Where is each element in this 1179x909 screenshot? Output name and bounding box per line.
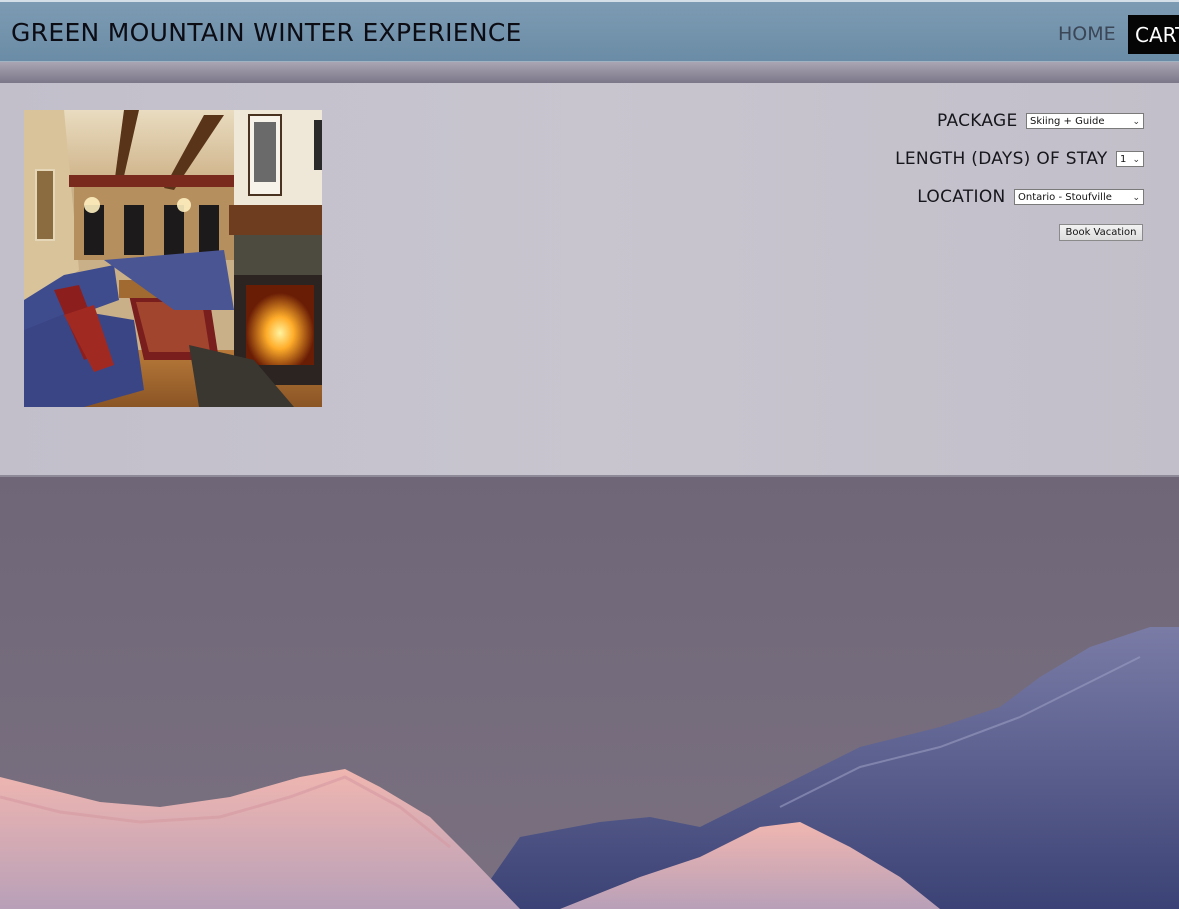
length-label: LENGTH (DAYS) OF STAY (895, 149, 1108, 169)
booking-panel: PACKAGE Skiing + Guide ⌄ LENGTH (DAYS) O… (0, 83, 1179, 477)
length-select-value: 1 (1120, 154, 1127, 165)
nav-home-link[interactable]: HOME (1058, 23, 1116, 45)
site-title: GREEN MOUNTAIN WINTER EXPERIENCE (11, 18, 522, 47)
book-vacation-button[interactable]: Book Vacation (1059, 224, 1143, 241)
location-select-value: Ontario - Stoufville (1018, 192, 1112, 203)
length-row: LENGTH (DAYS) OF STAY 1 ⌄ (895, 149, 1144, 169)
location-label: LOCATION (917, 187, 1006, 207)
nav-cart-link[interactable]: CART (1128, 15, 1179, 54)
package-select-value: Skiing + Guide (1030, 116, 1105, 127)
package-select[interactable]: Skiing + Guide ⌄ (1026, 113, 1144, 129)
chevron-down-icon: ⌄ (1132, 193, 1140, 203)
length-select[interactable]: 1 ⌄ (1116, 151, 1144, 167)
location-row: LOCATION Ontario - Stoufville ⌄ (917, 187, 1144, 207)
site-header: GREEN MOUNTAIN WINTER EXPERIENCE HOME CA… (0, 0, 1179, 62)
mountain-background-image (0, 477, 1179, 909)
header-sub-bar (0, 62, 1179, 84)
chevron-down-icon: ⌄ (1132, 155, 1140, 165)
chevron-down-icon: ⌄ (1132, 117, 1140, 127)
location-select[interactable]: Ontario - Stoufville ⌄ (1014, 189, 1144, 205)
package-row: PACKAGE Skiing + Guide ⌄ (937, 111, 1144, 131)
lodge-interior-photo (24, 110, 322, 407)
package-label: PACKAGE (936, 111, 1018, 131)
